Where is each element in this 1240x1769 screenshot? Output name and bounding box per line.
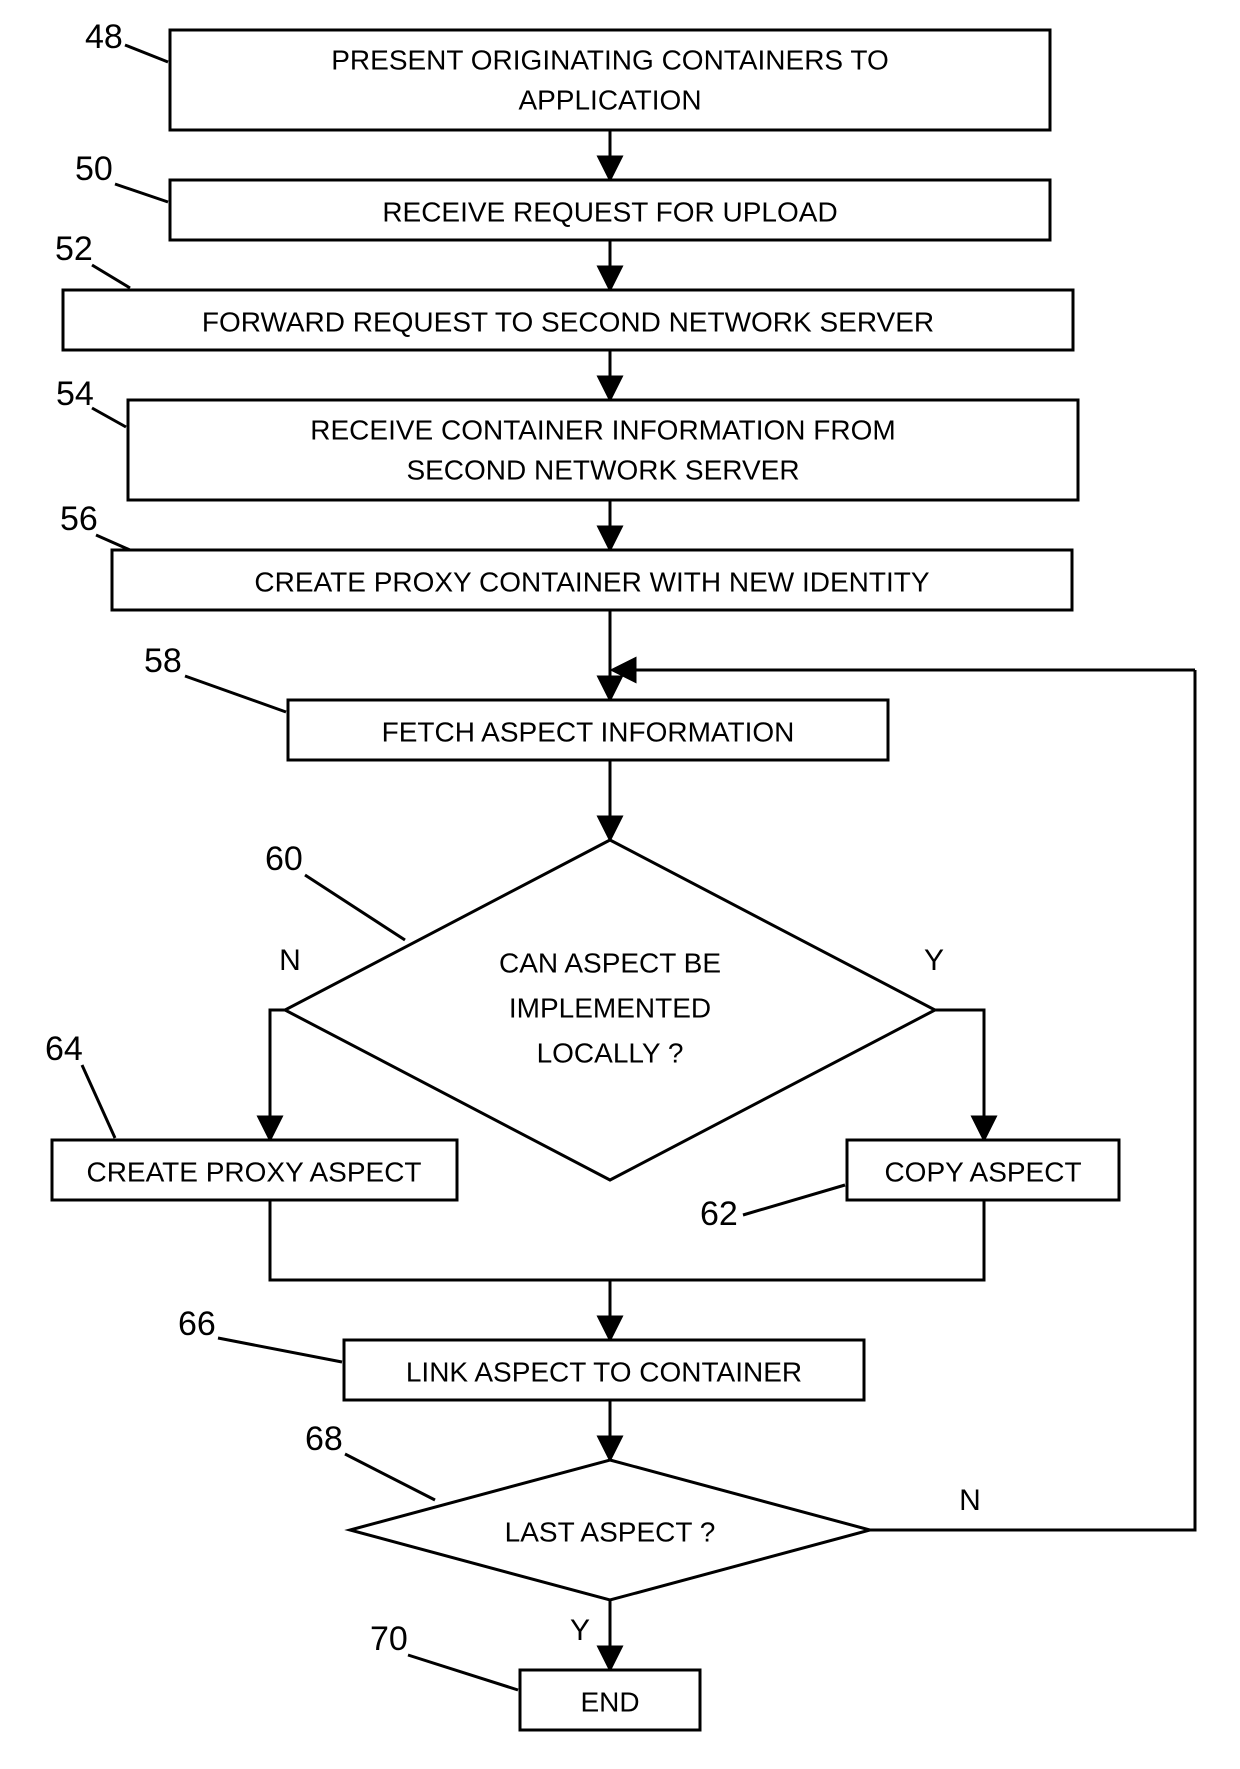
ref-70-leader xyxy=(408,1655,518,1690)
ref-50: 50 xyxy=(75,150,113,188)
edge-60-N-label: N xyxy=(279,944,301,977)
ref-58-leader xyxy=(185,676,286,712)
ref-66: 66 xyxy=(178,1305,216,1343)
edge-60-Y-label: Y xyxy=(924,944,944,977)
node-50: RECEIVE REQUEST FOR UPLOAD xyxy=(170,180,1050,240)
node-54-line2: SECOND NETWORK SERVER xyxy=(406,454,799,485)
ref-56-leader xyxy=(96,535,130,550)
ref-52-leader xyxy=(92,265,130,288)
edge-68-loop xyxy=(870,670,1195,1530)
node-52-line1: FORWARD REQUEST TO SECOND NETWORK SERVER xyxy=(202,306,934,337)
node-54-line1: RECEIVE CONTAINER INFORMATION FROM xyxy=(310,414,895,445)
ref-62: 62 xyxy=(700,1195,738,1233)
edge-68-N-label: N xyxy=(959,1484,981,1517)
node-64: CREATE PROXY ASPECT xyxy=(52,1140,457,1200)
ref-68-leader xyxy=(345,1454,435,1500)
node-58-line1: FETCH ASPECT INFORMATION xyxy=(382,716,795,747)
node-62: COPY ASPECT xyxy=(847,1140,1119,1200)
node-68-line1: LAST ASPECT ? xyxy=(505,1516,716,1547)
ref-58: 58 xyxy=(144,642,182,680)
node-60-line1: CAN ASPECT BE xyxy=(499,947,721,978)
ref-64-leader xyxy=(82,1065,115,1138)
node-60-line3: LOCALLY ? xyxy=(537,1037,684,1068)
ref-60: 60 xyxy=(265,840,303,878)
node-58: FETCH ASPECT INFORMATION xyxy=(288,700,888,760)
ref-54: 54 xyxy=(56,375,94,413)
node-62-line1: COPY ASPECT xyxy=(884,1156,1081,1187)
ref-48: 48 xyxy=(85,18,123,56)
node-64-line1: CREATE PROXY ASPECT xyxy=(86,1156,421,1187)
node-68: LAST ASPECT ? xyxy=(350,1460,870,1600)
ref-64: 64 xyxy=(45,1030,83,1068)
node-48-line1: PRESENT ORIGINATING CONTAINERS TO xyxy=(331,44,888,75)
ref-68: 68 xyxy=(305,1420,343,1458)
flowchart-diagram: PRESENT ORIGINATING CONTAINERS TO APPLIC… xyxy=(0,0,1240,1769)
ref-56: 56 xyxy=(60,500,98,538)
edge-68-Y-label: Y xyxy=(570,1614,590,1647)
node-50-line1: RECEIVE REQUEST FOR UPLOAD xyxy=(382,196,837,227)
edge-60-62 xyxy=(935,1010,984,1138)
node-66-line1: LINK ASPECT TO CONTAINER xyxy=(406,1356,802,1387)
node-60: CAN ASPECT BE IMPLEMENTED LOCALLY ? xyxy=(285,840,935,1180)
ref-52: 52 xyxy=(55,230,93,268)
ref-54-leader xyxy=(92,408,126,427)
node-56: CREATE PROXY CONTAINER WITH NEW IDENTITY xyxy=(112,550,1072,610)
node-66: LINK ASPECT TO CONTAINER xyxy=(344,1340,864,1400)
ref-70: 70 xyxy=(370,1620,408,1658)
edge-60-64 xyxy=(270,1010,285,1138)
ref-48-leader xyxy=(125,45,168,62)
node-56-line1: CREATE PROXY CONTAINER WITH NEW IDENTITY xyxy=(254,566,929,597)
node-70: END xyxy=(520,1670,700,1730)
ref-50-leader xyxy=(115,184,168,202)
node-60-line2: IMPLEMENTED xyxy=(509,992,711,1023)
node-48: PRESENT ORIGINATING CONTAINERS TO APPLIC… xyxy=(170,30,1050,130)
ref-66-leader xyxy=(218,1338,342,1362)
ref-60-leader xyxy=(305,875,405,940)
edge-merge-bar xyxy=(270,1200,984,1280)
node-70-line1: END xyxy=(580,1686,639,1717)
node-48-line2: APPLICATION xyxy=(518,84,701,115)
node-54: RECEIVE CONTAINER INFORMATION FROM SECON… xyxy=(128,400,1078,500)
node-52: FORWARD REQUEST TO SECOND NETWORK SERVER xyxy=(63,290,1073,350)
ref-62-leader xyxy=(743,1185,845,1215)
